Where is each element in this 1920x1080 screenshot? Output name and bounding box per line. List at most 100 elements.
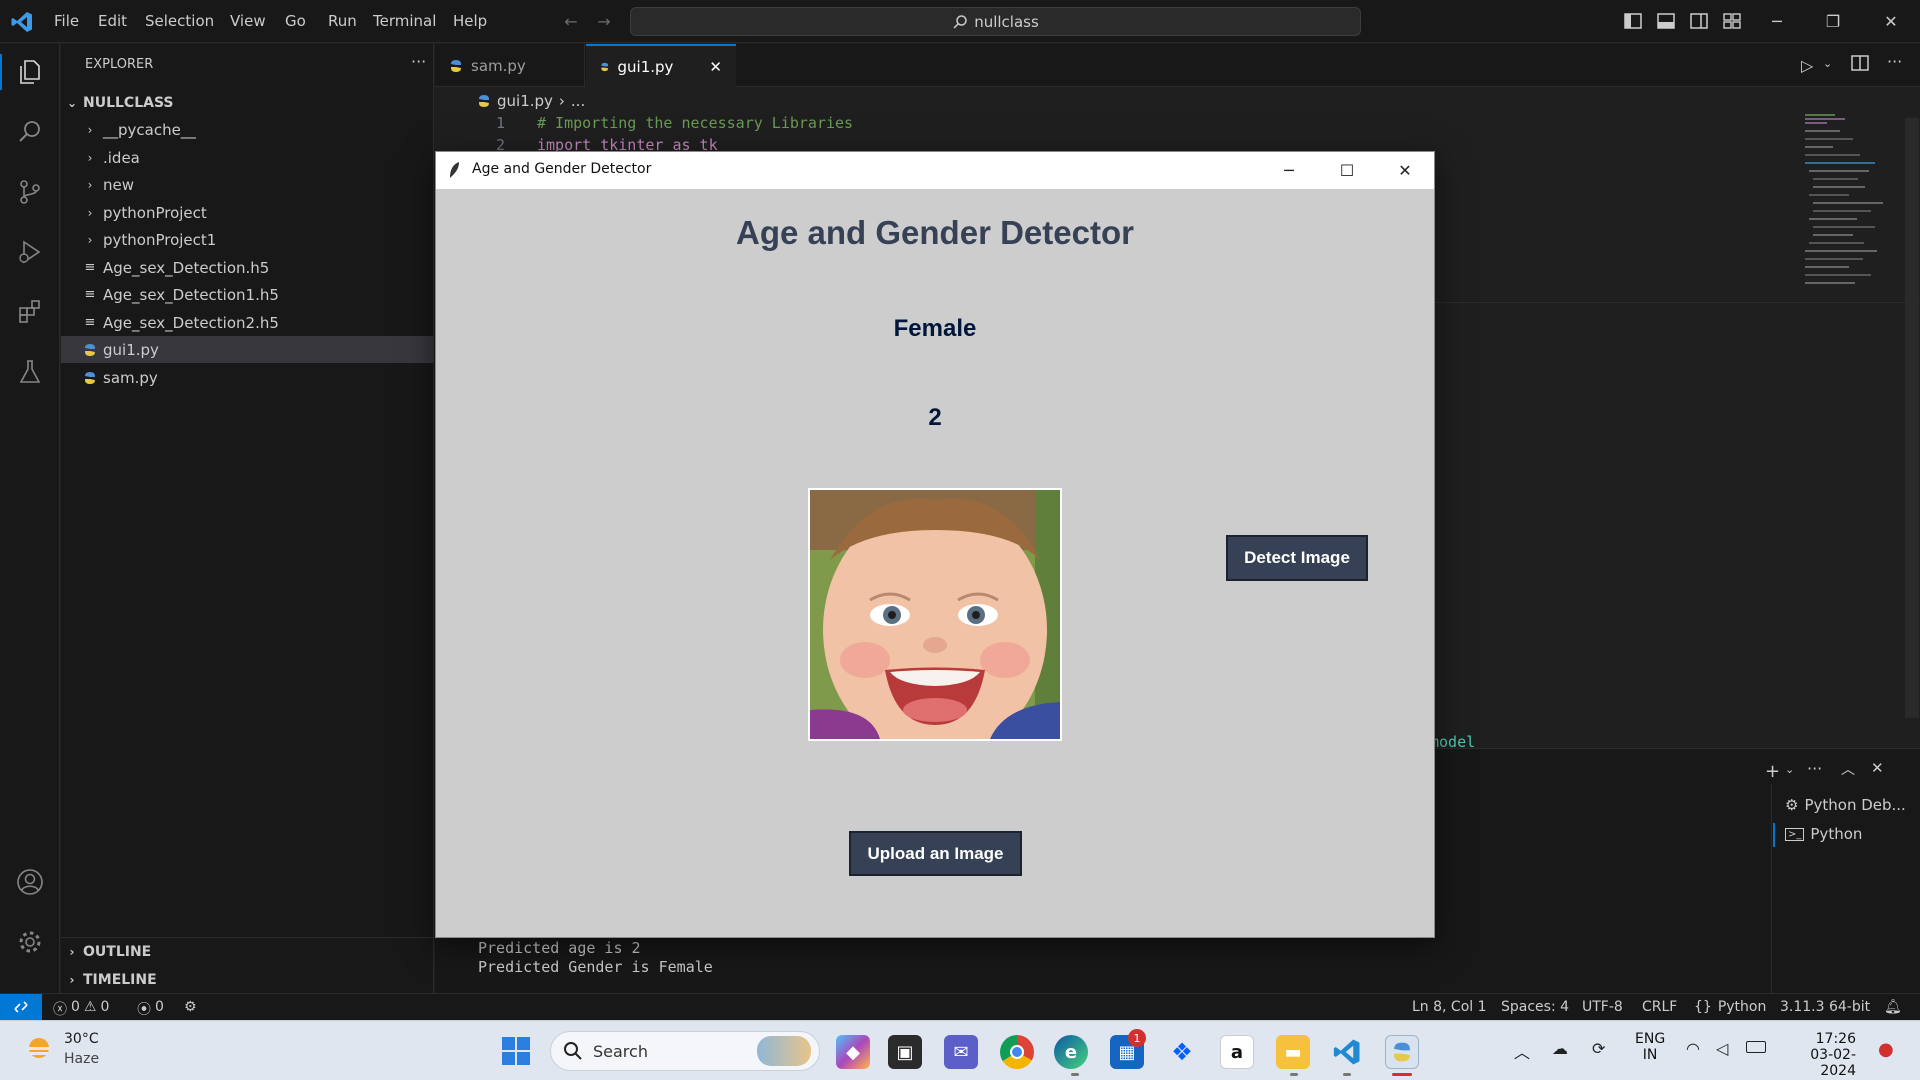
language-indicator[interactable]: ENG IN [1635, 1031, 1665, 1063]
volume-icon[interactable]: ◁ [1716, 1039, 1728, 1058]
outline-section[interactable]: › OUTLINE [61, 938, 434, 965]
cursor-position[interactable]: Ln 8, Col 1 [1412, 999, 1487, 1015]
windows-start-icon[interactable] [500, 1035, 532, 1067]
chevron-down-icon[interactable]: ⌄ [1823, 57, 1832, 70]
onedrive-offline-icon[interactable]: ☁ [1552, 1039, 1568, 1058]
terminal-session-debug[interactable]: ⚙ Python Deb... [1785, 796, 1906, 814]
toggle-sidebar-icon[interactable] [1622, 11, 1644, 31]
weather-desc[interactable]: Haze [64, 1051, 99, 1067]
close-icon[interactable]: ✕ [1880, 11, 1902, 31]
command-center-search[interactable]: nullclass [630, 7, 1361, 36]
taskbar-search[interactable]: Search [550, 1031, 820, 1071]
tree-item-idea[interactable]: › .idea [61, 144, 434, 171]
nav-forward-icon[interactable]: → [593, 11, 615, 31]
tree-item-gui1[interactable]: gui1.py [61, 336, 434, 363]
minimize-icon[interactable]: ─ [1766, 11, 1788, 31]
search-icon[interactable] [12, 114, 48, 150]
line-ending[interactable]: CRLF [1642, 999, 1677, 1015]
file-explorer-icon[interactable]: ▬ [1276, 1035, 1310, 1069]
tree-item-h5-3[interactable]: ≡ Age_sex_Detection2.h5 [61, 309, 434, 336]
more-actions-icon[interactable]: ··· [1887, 52, 1902, 71]
tab-gui1-py[interactable]: gui1.py ✕ [586, 44, 736, 87]
dialog-title-bar[interactable]: Age and Gender Detector ─ ☐ ✕ [436, 152, 1434, 189]
account-icon[interactable] [12, 864, 48, 900]
detect-image-button[interactable]: Detect Image [1226, 535, 1368, 581]
menu-help[interactable]: Help [453, 12, 487, 30]
maximize-panel-icon[interactable]: ︿ [1841, 759, 1855, 779]
notification-bell-icon[interactable]: ● [1878, 1039, 1894, 1060]
tree-item-pythonproject1[interactable]: › pythonProject1 [61, 226, 434, 253]
close-tab-icon[interactable]: ✕ [709, 58, 722, 76]
more-actions-icon[interactable]: ··· [411, 52, 426, 71]
toggle-secondary-sidebar-icon[interactable] [1688, 11, 1710, 31]
copilot-icon[interactable]: ◆ [836, 1035, 870, 1069]
chrome-icon[interactable] [1000, 1035, 1034, 1069]
debug-launch-icon[interactable]: ⚙ [184, 999, 197, 1015]
menu-run[interactable]: Run [328, 12, 357, 30]
python-tk-app-icon[interactable] [1385, 1035, 1419, 1069]
menu-edit[interactable]: Edit [98, 12, 127, 30]
wifi-icon[interactable]: ◠ [1686, 1039, 1700, 1058]
sync-icon[interactable]: ⟳ [1592, 1039, 1605, 1058]
language-mode[interactable]: {} Python [1694, 999, 1766, 1015]
nav-back-icon[interactable]: ← [560, 11, 582, 31]
breadcrumb-rest[interactable]: ... [571, 92, 585, 110]
amazon-icon[interactable]: a [1220, 1035, 1254, 1069]
minimap[interactable] [1785, 88, 1915, 298]
settings-gear-icon[interactable] [12, 924, 48, 960]
dialog-maximize-icon[interactable]: ☐ [1318, 152, 1376, 189]
clock[interactable]: 17:26 03-02-2024 [1790, 1031, 1856, 1079]
run-debug-icon[interactable] [12, 234, 48, 270]
restore-icon[interactable]: ❐ [1822, 11, 1844, 31]
edge-icon[interactable]: e [1054, 1035, 1088, 1069]
chevron-down-icon[interactable]: ⌄ [1785, 763, 1794, 776]
workspace-root[interactable]: ⌄ NULLCLASS [61, 89, 434, 116]
menu-view[interactable]: View [230, 12, 266, 30]
show-hidden-icons-icon[interactable]: ︿ [1514, 1039, 1530, 1063]
tree-item-pythonproject[interactable]: › pythonProject [61, 199, 434, 226]
dialog-close-icon[interactable]: ✕ [1376, 152, 1434, 189]
testing-icon[interactable] [12, 354, 48, 390]
weather-temp[interactable]: 30°C [64, 1031, 99, 1047]
split-editor-icon[interactable] [1851, 54, 1869, 76]
teams-chat-icon[interactable]: ✉ [944, 1035, 978, 1069]
menu-selection[interactable]: Selection [145, 12, 214, 30]
battery-icon[interactable] [1746, 1041, 1766, 1053]
menu-go[interactable]: Go [285, 12, 306, 30]
tree-item-h5-1[interactable]: ≡ Age_sex_Detection.h5 [61, 254, 434, 281]
notifications-bell-icon[interactable]: 🔔︎ [1884, 999, 1902, 1015]
task-view-icon[interactable]: ▣ [888, 1035, 922, 1069]
close-panel-icon[interactable]: ✕ [1871, 759, 1884, 777]
editor-scrollbar[interactable] [1905, 118, 1919, 718]
add-terminal-icon[interactable]: + [1765, 761, 1780, 782]
menu-file[interactable]: File [54, 12, 79, 30]
ports-indicator[interactable]: ⦿ 0 [137, 999, 164, 1019]
source-control-icon[interactable] [12, 174, 48, 210]
more-actions-icon[interactable]: ··· [1807, 759, 1822, 778]
dialog-minimize-icon[interactable]: ─ [1260, 152, 1318, 189]
breadcrumb-file[interactable]: gui1.py [497, 92, 553, 110]
problems-indicator[interactable]: ⓧ 0 ⚠ 0 [53, 999, 109, 1019]
weather-sun-icon[interactable] [24, 1033, 54, 1063]
customize-layout-icon[interactable] [1721, 11, 1743, 31]
tree-item-pycache[interactable]: › __pycache__ [61, 116, 434, 143]
python-interpreter[interactable]: 3.11.3 64-bit [1780, 999, 1870, 1015]
extensions-icon[interactable] [12, 294, 48, 330]
explorer-icon[interactable] [12, 54, 48, 90]
remote-indicator-icon[interactable] [0, 994, 42, 1020]
run-python-icon[interactable]: ▷ [1801, 56, 1813, 75]
indentation[interactable]: Spaces: 4 [1501, 999, 1569, 1015]
toggle-panel-icon[interactable] [1655, 11, 1677, 31]
tab-sam-py[interactable]: sam.py [435, 44, 585, 87]
dropbox-icon[interactable]: ❖ [1165, 1035, 1199, 1069]
tree-item-h5-2[interactable]: ≡ Age_sex_Detection1.h5 [61, 281, 434, 308]
timeline-section[interactable]: › TIMELINE [61, 966, 434, 993]
tree-item-new[interactable]: › new [61, 171, 434, 198]
chevron-right-icon: › [87, 122, 93, 137]
upload-image-button[interactable]: Upload an Image [849, 831, 1022, 876]
terminal-session-python[interactable]: >_ Python [1785, 825, 1862, 843]
encoding[interactable]: UTF-8 [1582, 999, 1623, 1015]
tree-item-sam[interactable]: sam.py [61, 364, 434, 391]
menu-terminal[interactable]: Terminal [373, 12, 436, 30]
vscode-taskbar-icon[interactable] [1330, 1035, 1364, 1069]
